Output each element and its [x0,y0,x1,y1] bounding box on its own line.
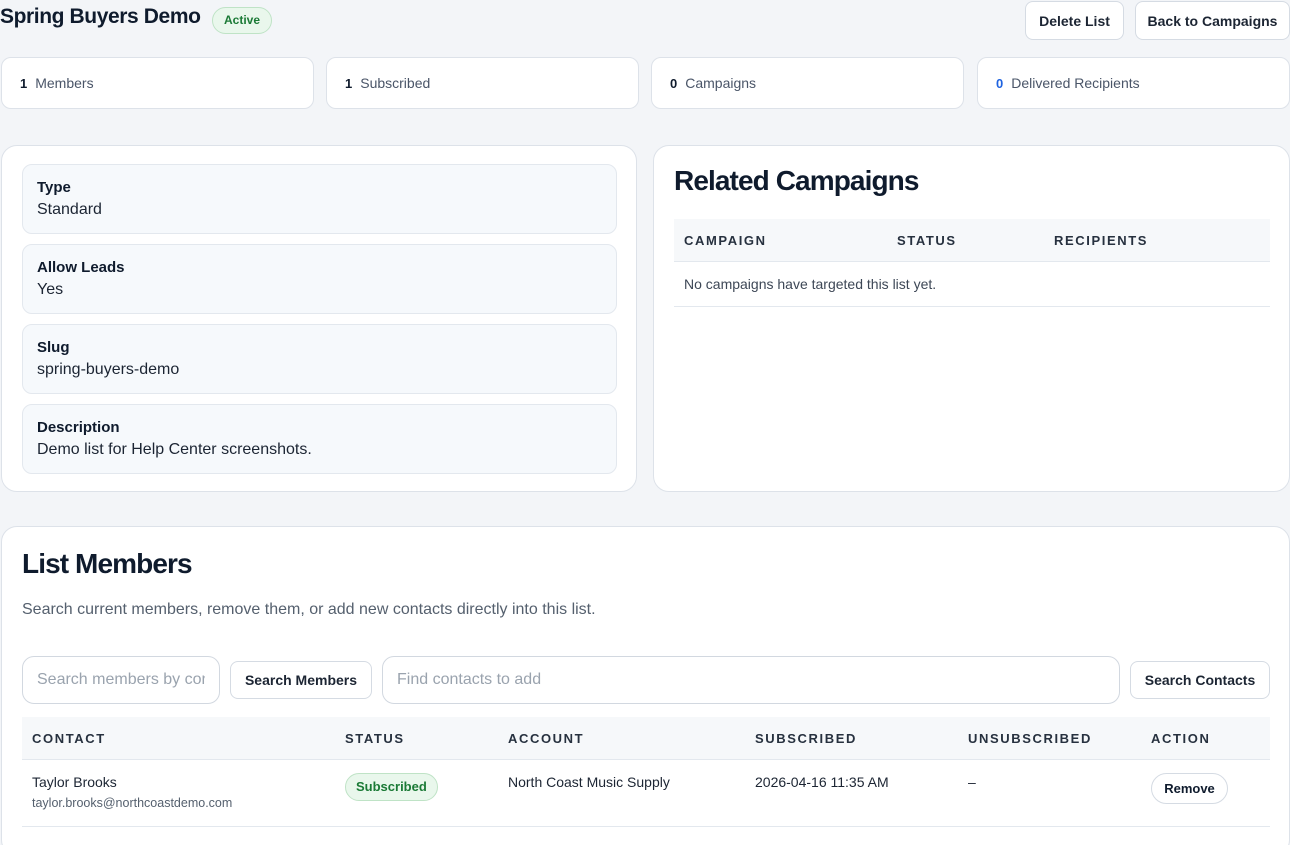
status-badge: Active [212,7,273,34]
list-members-panel: List Members Search current members, rem… [1,526,1290,845]
column-header-campaign: CAMPAIGN [684,232,767,248]
detail-label: Type [37,179,71,196]
subscribed-date: 2026-04-16 11:35 AM [755,774,889,790]
detail-label: Slug [37,339,70,356]
stat-label: Campaigns [685,75,757,91]
detail-label: Allow Leads [37,259,125,276]
related-campaigns-table-header: CAMPAIGN STATUS RECIPIENTS [674,219,1270,262]
unsubscribed-date: – [968,774,976,790]
search-contacts-button[interactable]: Search Contacts [1130,661,1270,699]
members-table-header: CONTACT STATUS ACCOUNT SUBSCRIBED UNSUBS… [22,717,1270,760]
list-members-subtitle: Search current members, remove them, or … [22,601,596,618]
detail-description: Description Demo list for Help Center sc… [22,404,617,474]
detail-type: Type Standard [22,164,617,234]
detail-allow-leads: Allow Leads Yes [22,244,617,314]
list-members-title: List Members [22,548,193,579]
stat-card-members: 1 Members [1,57,314,109]
column-header-recipients: RECIPIENTS [1054,232,1149,248]
stat-value: 1 [345,75,353,91]
column-header-account: ACCOUNT [508,730,585,746]
member-status-badge: Subscribed [345,773,438,801]
remove-member-button[interactable]: Remove [1151,773,1228,804]
related-campaigns-panel: Related Campaigns CAMPAIGN STATUS RECIPI… [653,145,1290,492]
back-to-campaigns-button[interactable]: Back to Campaigns [1135,1,1290,40]
find-contacts-input[interactable] [382,656,1120,704]
detail-value: Yes [37,281,64,298]
delete-list-button[interactable]: Delete List [1025,1,1124,40]
stat-value: 0 [996,75,1004,91]
page-header: Spring Buyers Demo Active Delete List Ba… [0,0,1290,44]
table-row: Taylor Brooks taylor.brooks@northcoastde… [22,760,1270,827]
related-campaigns-empty-state: No campaigns have targeted this list yet… [674,262,1270,307]
stat-label: Subscribed [360,75,431,91]
column-header-contact: CONTACT [32,730,106,746]
stat-label: Members [35,75,94,91]
search-members-button[interactable]: Search Members [230,661,372,699]
column-header-action: ACTION [1151,730,1211,746]
stat-value: 1 [20,75,28,91]
stat-value: 0 [670,75,678,91]
stat-card-subscribed: 1 Subscribed [326,57,639,109]
column-header-status: STATUS [345,730,405,746]
column-header-unsubscribed: UNSUBSCRIBED [968,730,1092,746]
contact-email: taylor.brooks@northcoastdemo.com [32,796,233,810]
stat-card-delivered-recipients: 0 Delivered Recipients [977,57,1290,109]
column-header-subscribed: SUBSCRIBED [755,730,857,746]
detail-value: Standard [37,201,102,218]
contact-name: Taylor Brooks [32,774,117,790]
account-name: North Coast Music Supply [508,774,670,790]
detail-label: Description [37,419,120,436]
related-campaigns-title: Related Campaigns [674,165,919,196]
stat-card-campaigns: 0 Campaigns [651,57,964,109]
page-title: Spring Buyers Demo [0,5,201,28]
stat-label: Delivered Recipients [1011,75,1140,91]
detail-value: spring-buyers-demo [37,361,180,378]
detail-value: Demo list for Help Center screenshots. [37,441,312,458]
list-details-panel: Type Standard Allow Leads Yes Slug sprin… [1,145,637,492]
search-members-input[interactable] [22,656,220,704]
detail-slug: Slug spring-buyers-demo [22,324,617,394]
column-header-status: STATUS [897,232,957,248]
